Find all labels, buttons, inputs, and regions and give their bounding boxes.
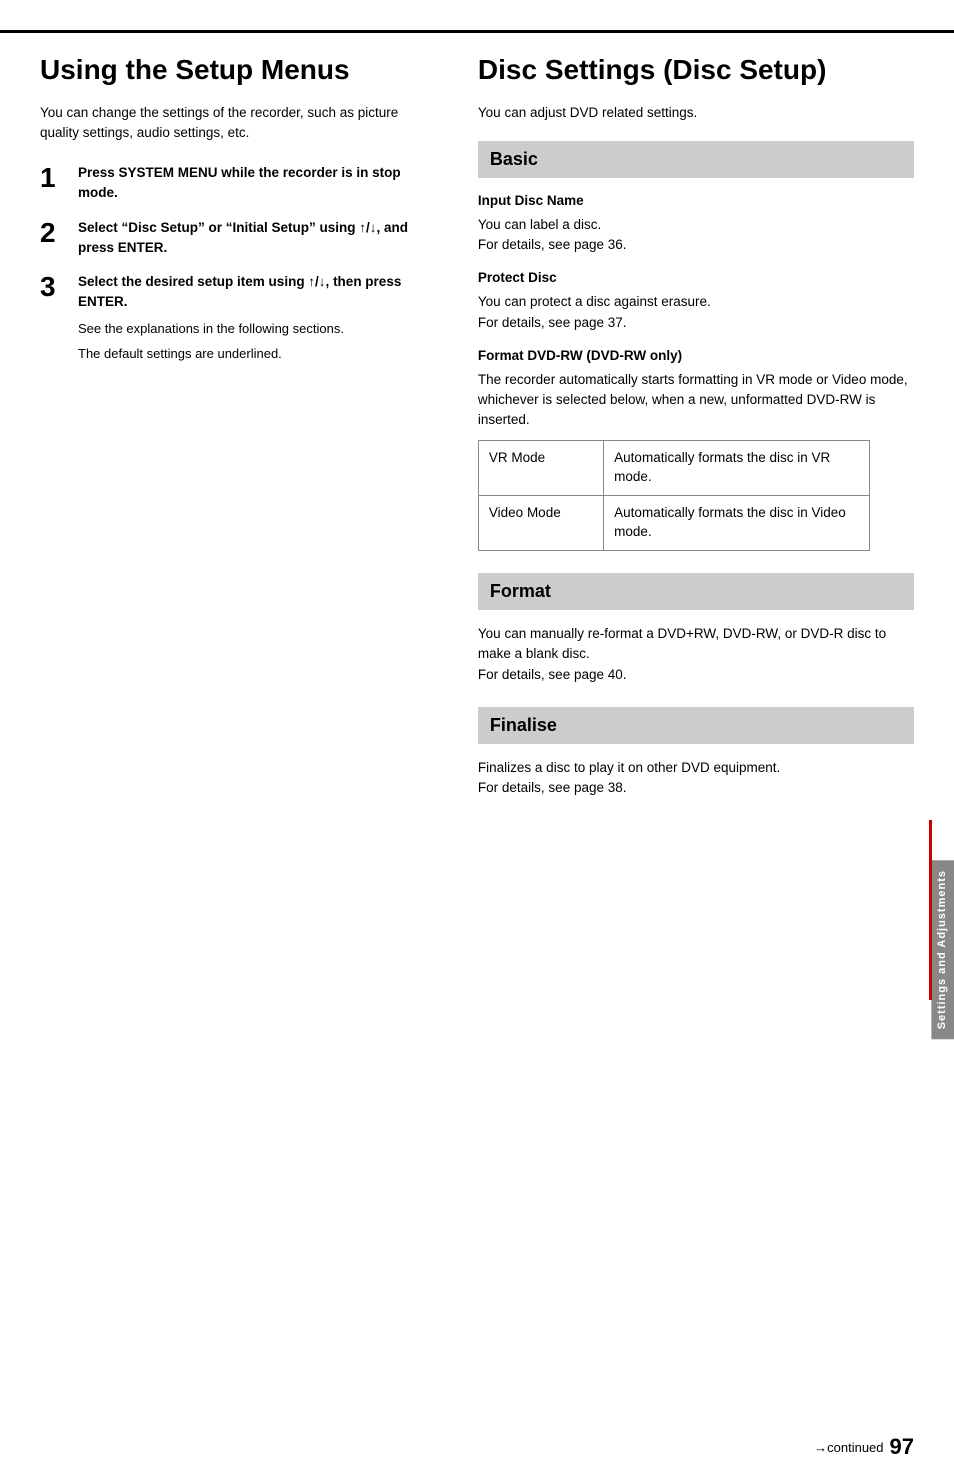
table-cell-vr-desc: Automatically formats the disc in VR mod…: [604, 441, 870, 496]
left-title: Using the Setup Menus: [40, 53, 428, 87]
step-2: 2 Select “Disc Setup” or “Initial Setup”…: [40, 218, 428, 259]
section-finalise-header: Finalise: [478, 707, 914, 744]
right-title: Disc Settings (Disc Setup): [478, 53, 914, 87]
subsection-body-format-dvdrw: The recorder automatically starts format…: [478, 370, 914, 431]
table-cell-vr-mode: VR Mode: [478, 441, 603, 496]
section-basic-header: Basic: [478, 141, 914, 178]
step-1-text: Press SYSTEM MENU while the recorder is …: [78, 163, 428, 204]
section-finalise: Finalise Finalizes a disc to play it on …: [478, 707, 914, 799]
footer: →continued 97: [814, 1432, 914, 1463]
subsection-body-input-disc-name: You can label a disc.For details, see pa…: [478, 215, 914, 256]
step-2-number: 2: [40, 218, 70, 249]
table-cell-video-desc: Automatically formats the disc in Video …: [604, 496, 870, 551]
right-column: Disc Settings (Disc Setup) You can adjus…: [458, 30, 954, 1453]
table-row: Video Mode Automatically formats the dis…: [478, 496, 869, 551]
side-tab: Settings and Adjustments: [931, 860, 954, 1039]
red-divider: [929, 820, 932, 1000]
subsection-protect-disc: Protect Disc You can protect a disc agai…: [478, 269, 914, 332]
continued-text: →continued: [814, 1439, 883, 1457]
step-3-sub2: The default settings are underlined.: [78, 344, 282, 364]
left-intro: You can change the settings of the recor…: [40, 103, 428, 144]
step-1: 1 Press SYSTEM MENU while the recorder i…: [40, 163, 428, 204]
table-cell-video-mode: Video Mode: [478, 496, 603, 551]
section-basic: Basic Input Disc Name You can label a di…: [478, 141, 914, 551]
section-format: Format You can manually re-format a DVD+…: [478, 573, 914, 685]
step-1-number: 1: [40, 163, 70, 194]
format-dvdrw-table: VR Mode Automatically formats the disc i…: [478, 440, 870, 551]
subsection-body-finalise: Finalizes a disc to play it on other DVD…: [478, 758, 914, 799]
left-column: Using the Setup Menus You can change the…: [0, 30, 458, 1453]
step-3-text: Select the desired setup item using ↑/↓,…: [78, 272, 428, 313]
steps-list: 1 Press SYSTEM MENU while the recorder i…: [40, 163, 428, 364]
subsection-title-protect-disc: Protect Disc: [478, 269, 914, 288]
table-row: VR Mode Automatically formats the disc i…: [478, 441, 869, 496]
subsection-format-dvdrw: Format DVD-RW (DVD-RW only) The recorder…: [478, 347, 914, 551]
section-format-header: Format: [478, 573, 914, 610]
subsection-title-input-disc-name: Input Disc Name: [478, 192, 914, 211]
subsection-title-format-dvdrw: Format DVD-RW (DVD-RW only): [478, 347, 914, 366]
side-tab-wrapper: Settings and Adjustments: [932, 850, 954, 1050]
step-3-sub1: See the explanations in the following se…: [78, 319, 344, 339]
page-number: 97: [890, 1432, 914, 1463]
step-2-text: Select “Disc Setup” or “Initial Setup” u…: [78, 218, 428, 259]
right-intro: You can adjust DVD related settings.: [478, 103, 914, 123]
subsection-body-format: You can manually re-format a DVD+RW, DVD…: [478, 624, 914, 685]
step-3-number: 3: [40, 272, 70, 303]
subsection-input-disc-name: Input Disc Name You can label a disc.For…: [478, 192, 914, 255]
subsection-body-protect-disc: You can protect a disc against erasure.F…: [478, 292, 914, 333]
step-3: 3 Select the desired setup item using ↑/…: [40, 272, 428, 364]
